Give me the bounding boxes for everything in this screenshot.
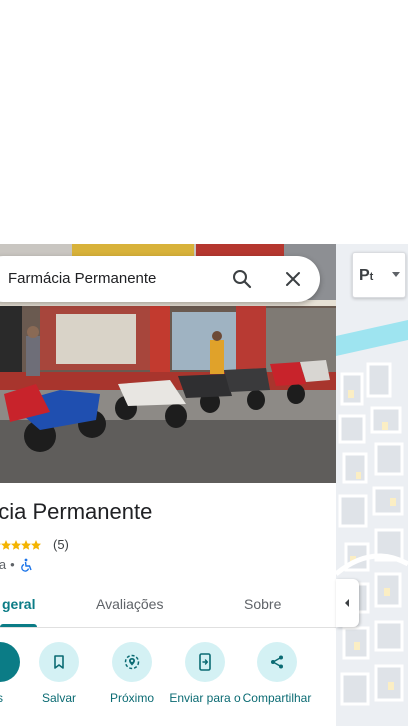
- tab-bar: geral Avaliações Sobre: [0, 584, 336, 628]
- action-share[interactable]: Compartilhar: [239, 642, 315, 705]
- place-category: ia: [0, 557, 7, 572]
- place-title: ácia Permanente: [0, 499, 153, 524]
- share-label: Compartilhar: [242, 691, 312, 705]
- send-to-phone-icon: [199, 653, 211, 671]
- tab-reviews[interactable]: Avaliações: [96, 596, 163, 612]
- send-to-phone-label: Enviar para o: [169, 691, 241, 705]
- search-icon[interactable]: [230, 267, 254, 291]
- share-button[interactable]: [257, 642, 297, 682]
- star-icon: [0, 539, 41, 550]
- tab-about[interactable]: Sobre: [244, 596, 281, 612]
- collapse-panel-button[interactable]: [336, 579, 359, 627]
- bookmark-icon: [54, 655, 64, 669]
- category-row: ia •: [0, 557, 33, 572]
- action-send-to-phone[interactable]: Enviar para o: [167, 642, 243, 705]
- close-icon[interactable]: [281, 267, 305, 291]
- tab-overview[interactable]: geral: [2, 596, 35, 612]
- share-icon: [271, 655, 283, 669]
- nearby-label: Próximo: [109, 691, 154, 705]
- separator-dot: •: [10, 557, 15, 572]
- action-save[interactable]: Salvar: [21, 642, 97, 705]
- map-layer-button[interactable]: Pt: [352, 252, 406, 298]
- action-nearby[interactable]: Próximo: [94, 642, 170, 705]
- nearby-icon: [124, 654, 140, 670]
- rating-count: (5): [53, 537, 69, 552]
- save-label: Salvar: [41, 691, 76, 705]
- dropdown-arrow-icon[interactable]: [391, 271, 401, 279]
- map-roads: [336, 244, 408, 726]
- wheelchair-icon: [20, 558, 32, 572]
- chevron-left-icon: [345, 599, 349, 607]
- search-box[interactable]: Farmácia Permanente: [0, 256, 320, 302]
- send-to-phone-button[interactable]: [185, 642, 225, 682]
- directions-icon[interactable]: [0, 642, 20, 682]
- nearby-button[interactable]: [112, 642, 152, 682]
- save-button[interactable]: [39, 642, 79, 682]
- tab-active-indicator: [0, 624, 37, 627]
- search-input[interactable]: Farmácia Permanente: [8, 270, 156, 287]
- layer-label: Pt: [359, 267, 374, 284]
- rating-row[interactable]: (5): [0, 537, 69, 552]
- map-area[interactable]: [336, 244, 408, 726]
